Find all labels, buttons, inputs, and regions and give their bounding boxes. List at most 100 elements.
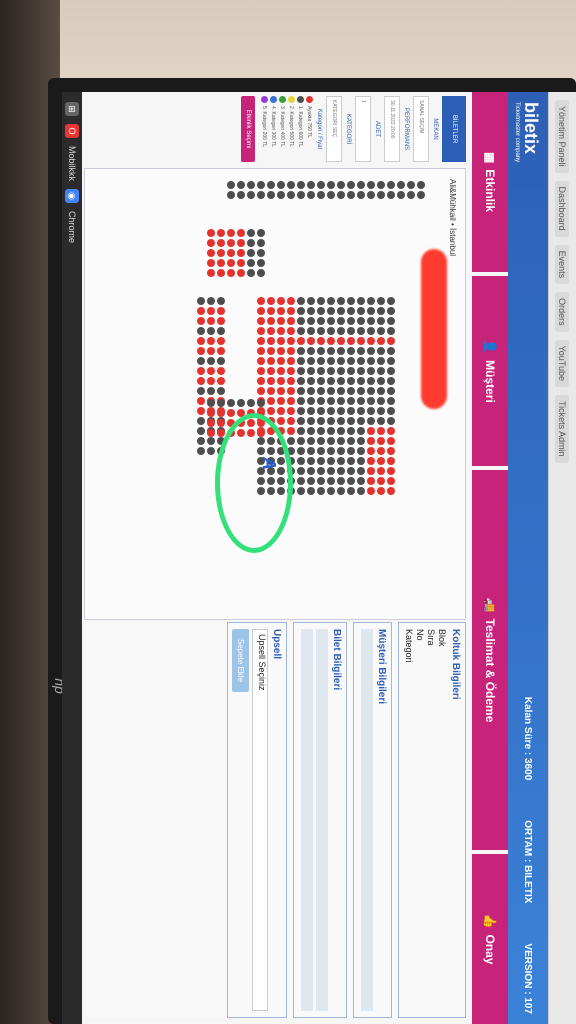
seat[interactable] (327, 357, 335, 365)
chrome-icon[interactable]: ◉ (65, 189, 79, 204)
seat[interactable] (337, 367, 345, 375)
seat[interactable] (377, 297, 385, 305)
quantity-select[interactable]: 1 (355, 96, 371, 162)
seat[interactable] (197, 397, 205, 405)
seat[interactable] (297, 367, 305, 375)
seat[interactable] (197, 367, 205, 375)
seat[interactable] (287, 387, 295, 395)
seat[interactable] (357, 347, 365, 355)
seat[interactable] (217, 387, 225, 395)
seat[interactable] (297, 397, 305, 405)
seat[interactable] (277, 297, 285, 305)
seat[interactable] (207, 437, 215, 445)
seat[interactable] (367, 367, 375, 375)
seat[interactable] (197, 437, 205, 445)
seat[interactable] (297, 327, 305, 335)
seat[interactable] (367, 417, 375, 425)
seat[interactable] (287, 377, 295, 385)
bookmark[interactable]: Dashboard (555, 180, 570, 237)
seat[interactable] (197, 347, 205, 355)
seat[interactable] (197, 417, 205, 425)
windows-start-icon[interactable]: ⊞ (65, 102, 79, 116)
seat[interactable] (357, 477, 365, 485)
seat[interactable] (257, 399, 265, 407)
seat[interactable] (307, 337, 315, 345)
seat[interactable] (277, 317, 285, 325)
seat[interactable] (307, 387, 315, 395)
seat[interactable] (377, 377, 385, 385)
seat[interactable] (357, 307, 365, 315)
seat[interactable] (347, 367, 355, 375)
seat[interactable] (317, 297, 325, 305)
seat[interactable] (287, 191, 295, 199)
seat[interactable] (347, 327, 355, 335)
seat[interactable] (367, 357, 375, 365)
seat[interactable] (297, 457, 305, 465)
seat[interactable] (327, 427, 335, 435)
seat[interactable] (317, 407, 325, 415)
venue-select[interactable]: SANAL SEÇİM (413, 96, 429, 162)
seat[interactable] (277, 191, 285, 199)
seat[interactable] (337, 317, 345, 325)
seat[interactable] (237, 399, 245, 407)
seat[interactable] (287, 337, 295, 345)
seat[interactable] (217, 307, 225, 315)
seat[interactable] (297, 297, 305, 305)
seat[interactable] (297, 317, 305, 325)
seat[interactable] (237, 191, 245, 199)
seat[interactable] (247, 239, 255, 247)
seat[interactable] (367, 317, 375, 325)
seat[interactable] (257, 307, 265, 315)
seat[interactable] (217, 297, 225, 305)
seat[interactable] (197, 357, 205, 365)
seat[interactable] (347, 477, 355, 485)
seat[interactable] (337, 357, 345, 365)
seat[interactable] (297, 377, 305, 385)
seat[interactable] (347, 191, 355, 199)
upsell-select[interactable]: Upsell Seçiniz (252, 629, 268, 1011)
seat[interactable] (207, 377, 215, 385)
seat[interactable] (367, 181, 375, 189)
seat[interactable] (207, 327, 215, 335)
seat[interactable] (217, 377, 225, 385)
seat[interactable] (207, 347, 215, 355)
seat[interactable] (357, 387, 365, 395)
performance-select[interactable]: 30.11.2022 20:00 (384, 96, 400, 162)
tab-teslimat-odeme[interactable]: 🚚 Teslimat & Ödeme (472, 470, 508, 850)
seat[interactable] (277, 347, 285, 355)
seat[interactable] (327, 487, 335, 495)
seat[interactable] (387, 397, 395, 405)
seat[interactable] (257, 259, 265, 267)
seat[interactable] (297, 487, 305, 495)
tab-onay[interactable]: 👍 Onay (472, 854, 508, 1024)
seat[interactable] (267, 367, 275, 375)
seat[interactable] (377, 487, 385, 495)
seat[interactable] (267, 191, 275, 199)
seat[interactable] (357, 457, 365, 465)
seat[interactable] (287, 367, 295, 375)
seat[interactable] (357, 181, 365, 189)
bookmark[interactable]: Yönetim Paneli (555, 100, 570, 173)
seat[interactable] (277, 181, 285, 189)
seat[interactable] (367, 387, 375, 395)
seat[interactable] (287, 437, 295, 445)
seat[interactable] (337, 337, 345, 345)
seat[interactable] (327, 437, 335, 445)
seat[interactable] (387, 317, 395, 325)
seat[interactable] (367, 327, 375, 335)
seat[interactable] (307, 477, 315, 485)
seat[interactable] (217, 409, 225, 417)
seat[interactable] (277, 417, 285, 425)
seat[interactable] (247, 229, 255, 237)
seat[interactable] (387, 181, 395, 189)
seat[interactable] (207, 409, 215, 417)
seat[interactable] (277, 397, 285, 405)
seat[interactable] (357, 427, 365, 435)
seat[interactable] (347, 447, 355, 455)
tab-musteri[interactable]: 👤 Müşteri (472, 276, 508, 466)
seat[interactable] (327, 317, 335, 325)
seat[interactable] (387, 477, 395, 485)
seat[interactable] (217, 347, 225, 355)
seat[interactable] (257, 239, 265, 247)
seat[interactable] (227, 399, 235, 407)
